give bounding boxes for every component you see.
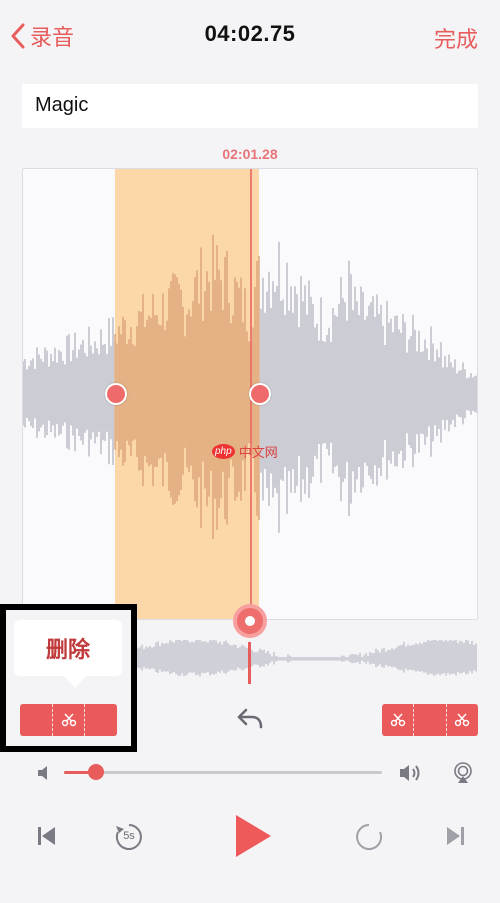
skip-back-label: 5s (123, 830, 135, 842)
overview-waveform[interactable] (130, 640, 478, 678)
skip-back-button[interactable]: 5s (114, 822, 144, 852)
scissors-icon (53, 704, 85, 736)
volume-high-icon (400, 765, 420, 781)
volume-control (36, 758, 476, 788)
recording-name-field[interactable]: Magic (22, 84, 478, 128)
playhead-time: 02:01.28 (222, 146, 278, 162)
watermark-badge: php (212, 444, 235, 459)
scissors-icon (382, 704, 413, 736)
skip-to-end-icon[interactable] (444, 824, 466, 848)
scissors-icon (447, 704, 478, 736)
undo-icon[interactable] (236, 706, 264, 730)
airplay-icon[interactable] (452, 762, 474, 784)
play-icon[interactable] (232, 812, 274, 860)
back-button[interactable]: 录音 (10, 20, 74, 52)
playhead-scrub-knob[interactable] (233, 604, 267, 638)
skip-to-start-icon[interactable] (36, 824, 58, 848)
volume-slider-track[interactable] (64, 771, 382, 774)
transport-controls: 5s (0, 810, 500, 870)
overview-playhead (248, 642, 251, 684)
navigation-bar: 录音 04:02.75 完成 (0, 0, 500, 68)
watermark-text: 中文网 (238, 445, 278, 460)
back-label: 录音 (30, 25, 75, 50)
recording-duration: 04:02.75 (204, 21, 296, 46)
waveform-editor[interactable] (22, 168, 478, 620)
delete-popup-highlight: 删除 (0, 604, 137, 752)
trim-start-handle[interactable] (105, 383, 127, 405)
trim-outside-button[interactable] (382, 704, 478, 736)
chevron-left-icon (11, 23, 25, 49)
trim-inside-button[interactable] (20, 704, 117, 736)
popup-tail (62, 674, 88, 688)
trim-end-handle[interactable] (249, 383, 271, 405)
skip-forward-icon[interactable] (354, 822, 384, 852)
volume-slider-knob[interactable] (87, 764, 104, 780)
volume-low-icon (38, 766, 47, 780)
delete-button[interactable]: 删除 (14, 620, 122, 676)
watermark: php 中文网 (212, 442, 278, 461)
done-button[interactable]: 完成 (434, 22, 478, 54)
